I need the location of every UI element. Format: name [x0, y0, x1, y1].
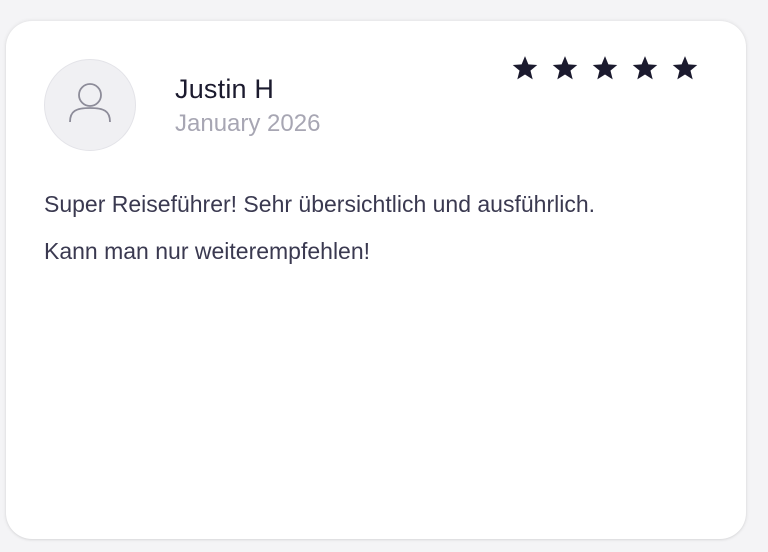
- review-date: January 2026: [175, 110, 321, 137]
- reviewer-name: Justin H: [175, 74, 275, 104]
- star-icon: [672, 56, 698, 80]
- star-icon: [632, 56, 658, 80]
- star-rating: [511, 54, 699, 82]
- star-icon: [552, 56, 578, 80]
- user-placeholder-icon: [69, 83, 111, 123]
- user-avatar: [44, 59, 136, 151]
- review-text-line: Kann man nur weiterempfehlen!: [44, 238, 371, 264]
- review-text: Super Reiseführer! Sehr übersichtlich un…: [44, 181, 724, 275]
- review-text-line: Super Reiseführer! Sehr übersichtlich un…: [44, 191, 596, 217]
- star-icon: [512, 56, 538, 80]
- review-card: Justin H January 2026 Super Reiseführer!…: [6, 21, 746, 539]
- star-icon: [592, 56, 618, 80]
